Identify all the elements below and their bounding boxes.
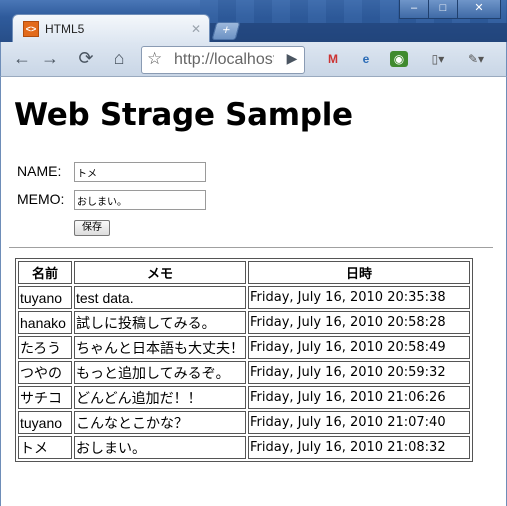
cell-memo: どんどん追加だ！！ [74,386,246,409]
ie-tab-icon[interactable]: e [357,51,375,67]
maximize-button[interactable]: □ [428,0,458,19]
cell-datetime: Friday, July 16, 2010 20:59:32 [248,361,470,384]
col-header-datetime: 日時 [248,261,470,284]
save-button[interactable]: 保存 [74,220,110,236]
back-arrow-icon[interactable]: ← [11,47,33,69]
tab-html5[interactable]: <> HTML5 ✕ [12,14,210,43]
window-controls: – □ ✕ [399,0,501,19]
table-row: tuyano こんなとこかな？ Friday, July 16, 2010 21… [18,411,470,434]
memo-label: MEMO: [17,191,65,207]
page-title: Web Strage Sample [14,97,353,133]
forward-arrow-icon[interactable]: → [39,47,61,69]
name-label: NAME: [17,163,62,179]
wrench-icon[interactable]: ✎▾ [467,51,485,67]
cell-name: つやの [18,361,72,384]
browser-toolbar: ← → ⟳ ⌂ ☆ http://localhost ▶ M e ◉ ▯▾ ✎▾ [0,42,507,77]
minimize-button[interactable]: – [399,0,429,19]
page-viewport: Web Strage Sample NAME: MEMO: 保存 名前 メモ 日… [0,77,507,506]
cell-name: tuyano [18,411,72,434]
table-row: サチコ どんどん追加だ！！ Friday, July 16, 2010 21:0… [18,386,470,409]
cell-memo: test data. [74,286,246,309]
new-tab-button[interactable]: + [211,22,241,40]
home-icon[interactable]: ⌂ [108,47,130,69]
gmail-icon[interactable]: M [324,51,342,67]
cell-datetime: Friday, July 16, 2010 20:58:49 [248,336,470,359]
cell-name: トメ [18,436,72,459]
cell-memo: ちゃんと日本語も大丈夫！ [74,336,246,359]
bookmark-star-icon[interactable]: ☆ [147,49,162,69]
name-input[interactable] [74,162,206,182]
reload-icon[interactable]: ⟳ [75,47,97,69]
data-table: 名前 メモ 日時 tuyano test data. Friday, July … [15,258,473,462]
table-row: たろう ちゃんと日本語も大丈夫！ Friday, July 16, 2010 2… [18,336,470,359]
table-row: トメ おしまい。 Friday, July 16, 2010 21:08:32 [18,436,470,459]
cell-name: サチコ [18,386,72,409]
table-row: hanako 試しに投稿してみる。 Friday, July 16, 2010 … [18,311,470,334]
cell-memo: おしまい。 [74,436,246,459]
close-window-button[interactable]: ✕ [457,0,501,19]
cell-datetime: Friday, July 16, 2010 20:58:28 [248,311,470,334]
go-icon[interactable]: ▶ [281,47,303,69]
table-row: つやの もっと追加してみるぞ。 Friday, July 16, 2010 20… [18,361,470,384]
cell-memo: こんなとこかな？ [74,411,246,434]
evernote-icon[interactable]: ◉ [390,51,408,67]
divider [9,247,493,248]
cell-memo: もっと追加してみるぞ。 [74,361,246,384]
cell-datetime: Friday, July 16, 2010 21:08:32 [248,436,470,459]
cell-datetime: Friday, July 16, 2010 21:07:40 [248,411,470,434]
url-text[interactable]: http://localhost [174,51,274,69]
html-file-icon: <> [23,21,39,37]
col-header-memo: メモ [74,261,246,284]
memo-input[interactable] [74,190,206,210]
cell-name: hanako [18,311,72,334]
table-row: tuyano test data. Friday, July 16, 2010 … [18,286,470,309]
page-menu-icon[interactable]: ▯▾ [429,51,447,67]
col-header-name: 名前 [18,261,72,284]
cell-datetime: Friday, July 16, 2010 20:35:38 [248,286,470,309]
cell-memo: 試しに投稿してみる。 [74,311,246,334]
cell-name: tuyano [18,286,72,309]
table-header-row: 名前 メモ 日時 [18,261,470,284]
cell-name: たろう [18,336,72,359]
cell-datetime: Friday, July 16, 2010 21:06:26 [248,386,470,409]
tab-title: HTML5 [45,22,85,36]
tab-close-icon[interactable]: ✕ [191,22,201,36]
